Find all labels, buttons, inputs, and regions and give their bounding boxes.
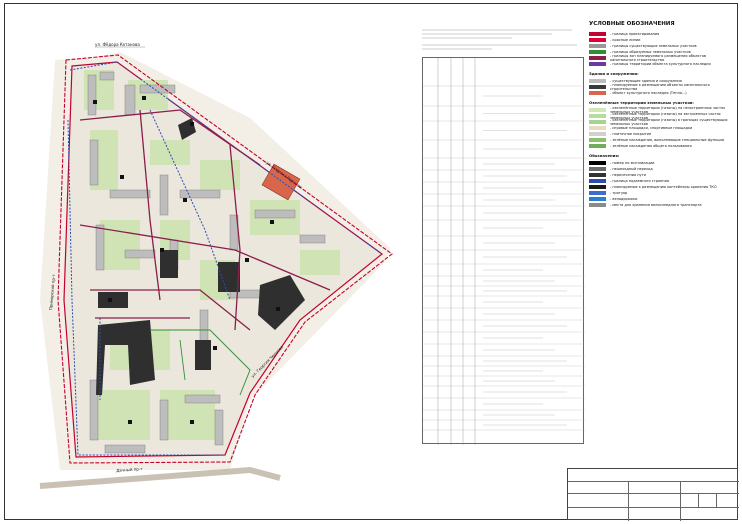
legend-swatch <box>589 85 606 89</box>
legend-swatch <box>589 32 606 36</box>
legend-swatch <box>589 108 606 112</box>
legend-swatch <box>589 179 606 183</box>
legend-item-label: - места для хранения велосипедного транс… <box>610 203 702 207</box>
legend-swatch <box>589 144 606 148</box>
legend-item-label: - красные линии <box>610 38 641 42</box>
legend-sections: - граница проектирования - красные линии -… <box>589 31 731 208</box>
legend-item-label: - граница подземного строения <box>610 179 669 183</box>
legend-item-label: - границы территории объекта культурного… <box>610 62 711 66</box>
legend-item-label: - тротуар <box>610 191 628 195</box>
legend-swatch <box>589 38 606 42</box>
legend-item-label: - планируемые к размещению контейнеры хр… <box>610 185 717 189</box>
legend-item: - зелёные насаждения общего пользования <box>589 143 731 149</box>
legend-item-label: - объект культурного наследия (Тепло...) <box>610 91 687 95</box>
legend-section-title: Обозначения: <box>589 153 620 158</box>
legend: УСЛОВНЫЕ ОБОЗНАЧЕНИЯ - граница проектиро… <box>589 21 731 208</box>
explication-table-grid <box>423 58 585 445</box>
legend-item: - озеленённые территории (газоны) в гран… <box>589 118 731 126</box>
notes-block <box>422 27 582 52</box>
legend-item-label: - пересечения пути <box>610 173 646 177</box>
legend-swatch <box>589 191 606 195</box>
legend-item-label: - велодорожки <box>610 197 638 201</box>
explication-table <box>422 57 585 445</box>
legend-item-label: - границы существующих земельных участко… <box>610 44 697 48</box>
legend-item-label: - игровые площадки, спортивные площадки <box>610 126 693 130</box>
legend-swatch <box>589 50 606 54</box>
legend-item: - границы зон планируемого размещения об… <box>589 54 731 62</box>
legend-item-label: - номер по экспликации <box>610 161 655 165</box>
legend-swatch <box>589 132 606 136</box>
street-label-north: ул. Фёдора Котанова <box>95 42 140 47</box>
legend-swatch <box>589 185 606 189</box>
legend-item-label: - плиточное покрытие <box>610 132 652 136</box>
legend-section-title: Озеленённые территории земельных участко… <box>589 100 694 105</box>
legend-swatch <box>589 120 606 124</box>
legend-item-label: - зелёные насаждения общего пользования <box>610 144 692 148</box>
legend-swatch <box>589 173 606 177</box>
legend-swatch <box>589 126 606 130</box>
legend-item-label: - зелёные насаждения, выполняющие специа… <box>610 138 725 142</box>
drawing-sheet: ул. Фёдора Котанова ул. Георгия Чернова … <box>0 0 742 524</box>
legend-item: - планируемые к размещению объекты капит… <box>589 83 731 91</box>
legend-swatch <box>589 56 606 60</box>
legend-swatch <box>589 44 606 48</box>
legend-swatch <box>589 91 606 95</box>
notes-lines <box>422 29 577 50</box>
legend-swatch <box>589 114 606 118</box>
legend-item: - места для хранения велосипедного транс… <box>589 202 731 208</box>
legend-item-label: - границы зон планируемого размещения об… <box>610 54 706 62</box>
legend-section-title: Здания и сооружения: <box>589 71 639 76</box>
south-road <box>39 466 281 489</box>
legend-title: УСЛОВНЫЕ ОБОЗНАЧЕНИЯ <box>589 21 675 27</box>
legend-item-label: - граница проектирования <box>610 32 660 36</box>
title-block <box>567 468 739 521</box>
legend-swatch <box>589 62 606 66</box>
legend-item-label: - планируемые к размещению объекты капит… <box>610 83 710 91</box>
legend-swatch <box>589 161 606 165</box>
legend-swatch <box>589 167 606 171</box>
legend-item-label: - пешеходный переход <box>610 167 653 171</box>
legend-swatch <box>589 138 606 142</box>
legend-swatch <box>589 203 606 207</box>
legend-swatch <box>589 197 606 201</box>
legend-item: - границы территории объекта культурного… <box>589 61 731 67</box>
legend-item-label: - озеленённые территории (газоны) в гран… <box>610 118 728 126</box>
legend-swatch <box>589 79 606 83</box>
